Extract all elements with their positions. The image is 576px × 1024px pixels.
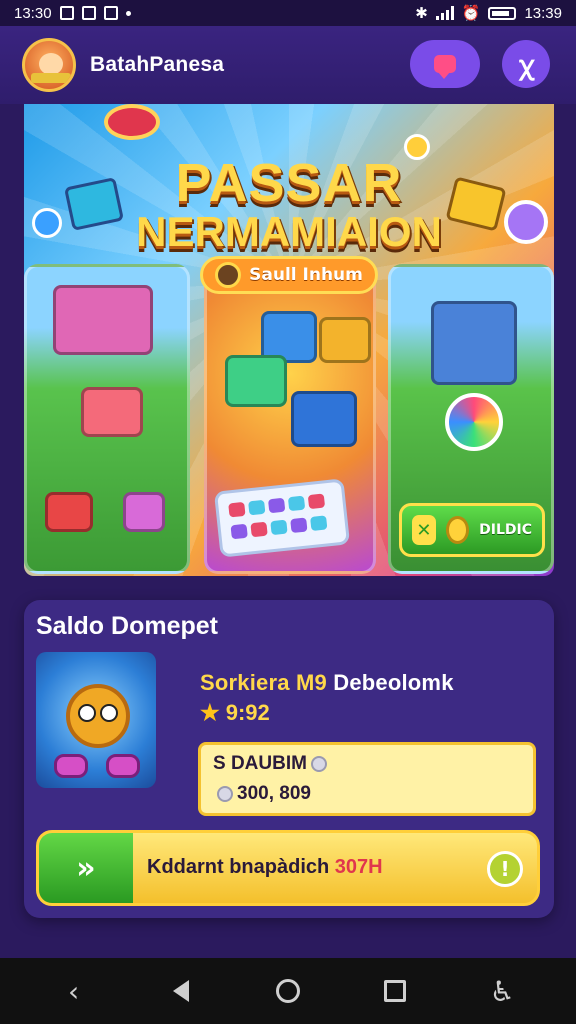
game-rating: ★ 9:92 <box>200 700 270 726</box>
banner-panel-blocks[interactable] <box>204 264 376 574</box>
banner-pill-label: Saull Inhum <box>249 265 363 285</box>
chat-icon <box>434 55 456 79</box>
castle-block <box>431 301 517 385</box>
rating-value: 9:92 <box>225 700 270 725</box>
wallet-card: Saldo Domepet Sorkiera M9 Debeolomk ★ 9:9… <box>24 600 554 918</box>
panel-action-button[interactable]: ✕ DILDIC <box>399 503 545 557</box>
toy-car <box>45 492 93 532</box>
signal-icon <box>435 6 454 20</box>
cta-label: Kddarnt bnapàdich 307H <box>147 856 383 879</box>
chat-button[interactable] <box>410 40 480 88</box>
puzzle-block <box>225 355 287 407</box>
balance-value: 300, 809 <box>237 783 311 804</box>
banner-panel-village[interactable] <box>24 264 190 574</box>
building-block <box>81 387 143 437</box>
back-icon <box>172 980 189 1002</box>
recents-icon <box>384 980 407 1002</box>
game-name[interactable]: Sorkiera M9 Debeolomk <box>200 670 454 696</box>
back-button[interactable] <box>159 969 203 1013</box>
game-name-part1: Sorkiera M9 <box>200 670 327 695</box>
alarm-icon: ⏰ <box>461 5 481 22</box>
character-eye <box>100 704 118 722</box>
hero-banner[interactable]: PASSAR NERMAMIAION ✕ DILDIC Saull Inhum <box>24 104 554 576</box>
status-time: 13:30 <box>14 4 52 22</box>
wallet-title: Saldo Domepet <box>36 612 218 640</box>
more-notifications-icon <box>125 10 131 16</box>
balance-label: S DAUBIM <box>213 753 307 774</box>
avatar[interactable] <box>22 38 76 92</box>
puzzle-block <box>291 391 357 447</box>
recents-button[interactable] <box>373 969 417 1013</box>
banner-title-line1: PASSAR <box>175 153 403 213</box>
building-block <box>53 285 153 355</box>
close-icon: ✕ <box>412 515 436 545</box>
home-icon <box>275 979 300 1003</box>
rainbow-ball <box>445 393 503 451</box>
gem-icon <box>310 755 327 772</box>
block-tray <box>213 478 351 558</box>
system-nav-bar: ‹ ♿ <box>0 958 576 1024</box>
cta-label-main: Kddarnt bnapàdich <box>147 856 330 878</box>
notification-icon <box>59 6 74 20</box>
info-icon[interactable]: ! <box>487 851 523 887</box>
banner-pill[interactable]: Saull Inhum <box>200 256 378 294</box>
status-bar: 13:30 ✱ ⏰ 13:39 <box>0 0 576 26</box>
notification-icon <box>81 6 96 20</box>
character-wheel <box>54 754 88 778</box>
coin-icon <box>215 262 242 288</box>
accessibility-button[interactable]: ♿ <box>480 969 524 1013</box>
balance-box: S DAUBIM 300, 809 <box>198 742 536 816</box>
coin-icon <box>445 516 470 544</box>
app-title: BatahPanesa <box>90 53 225 76</box>
bluetooth-icon: ✱ <box>415 5 428 22</box>
user-icon: ꭓ <box>518 51 534 81</box>
star-icon: ★ <box>200 700 220 725</box>
character-wheel <box>106 754 140 778</box>
game-thumbnail[interactable] <box>36 652 156 788</box>
status-clock: 13:39 <box>524 4 562 22</box>
toy-car <box>123 492 165 532</box>
game-name-part2: Debeolomk <box>333 670 454 695</box>
gem-icon <box>217 785 233 802</box>
character-eye <box>78 704 96 722</box>
panel-action-label: DILDIC <box>479 522 532 538</box>
notification-icon <box>103 6 118 20</box>
banner-title-line2: NERMAMIAION <box>136 208 442 255</box>
accessibility-icon: ♿ <box>489 974 515 1008</box>
puzzle-block <box>319 317 371 363</box>
character-body <box>66 684 130 748</box>
coin-decoration <box>104 104 160 140</box>
app-header: BatahPanesa ꭓ <box>0 26 576 104</box>
wallet-cta-button[interactable]: » Kddarnt bnapàdich 307H ! <box>36 830 540 906</box>
banner-panel-castle[interactable]: ✕ DILDIC <box>388 264 554 574</box>
cta-label-accent: 307H <box>334 856 383 878</box>
fast-forward-icon: » <box>39 833 133 903</box>
home-button[interactable] <box>266 969 310 1013</box>
gesture-back-icon[interactable]: ‹ <box>52 969 96 1013</box>
user-button[interactable]: ꭓ <box>502 40 550 88</box>
battery-icon <box>488 6 517 20</box>
